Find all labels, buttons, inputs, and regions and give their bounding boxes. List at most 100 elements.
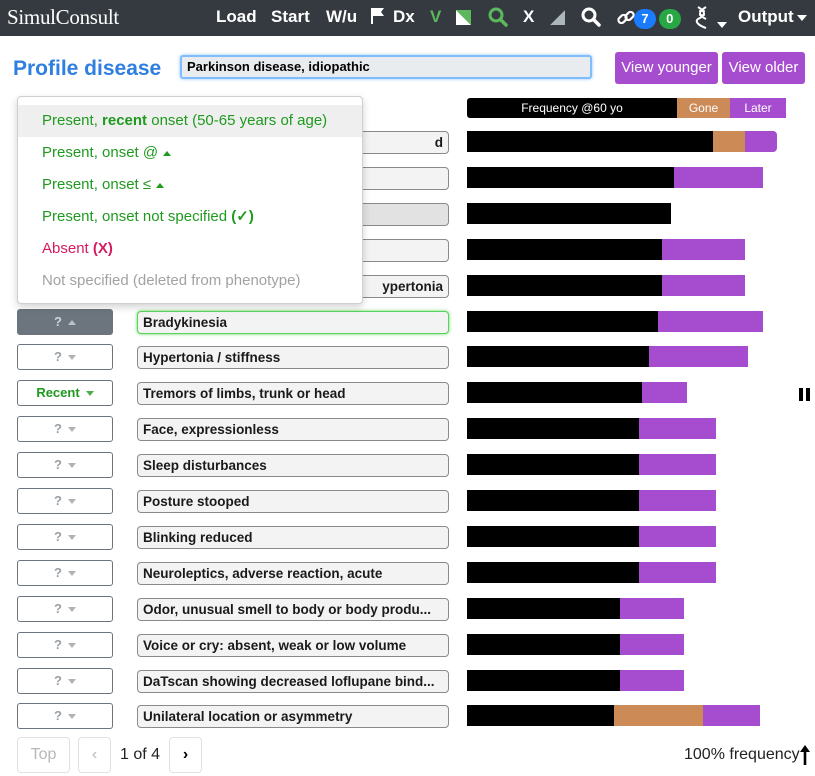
bar-segment-later bbox=[620, 634, 684, 655]
nav-load[interactable]: Load bbox=[216, 7, 257, 27]
bar-segment-present bbox=[467, 454, 639, 475]
pause-icon[interactable] bbox=[799, 388, 811, 401]
search-icon[interactable] bbox=[488, 7, 508, 32]
onset-status-dropdown[interactable]: ? bbox=[17, 344, 113, 370]
onset-status-dropdown[interactable]: ? bbox=[17, 668, 113, 694]
onset-status-dropdown[interactable]: ? bbox=[17, 488, 113, 514]
finding-name[interactable]: Posture stooped bbox=[137, 490, 449, 513]
bar-segment-later bbox=[639, 418, 716, 439]
top-button[interactable]: Top bbox=[17, 737, 70, 773]
nav-output[interactable]: Output bbox=[738, 7, 807, 27]
onset-status-dropdown[interactable]: ? bbox=[17, 596, 113, 622]
bar-segment-later bbox=[649, 346, 748, 367]
finding-name[interactable]: Hypertonia / stiffness bbox=[137, 346, 449, 369]
bar-segment-present bbox=[467, 670, 620, 691]
menu-item-present-onset-at[interactable]: Present, onset @ bbox=[18, 137, 362, 169]
legend-frequency: Frequency @60 yo bbox=[467, 98, 677, 118]
frequency-bar bbox=[467, 670, 684, 691]
onset-status-dropdown[interactable]: ? bbox=[17, 416, 113, 442]
finding-row: ? Voice or cry: absent, weak or low volum… bbox=[0, 632, 815, 658]
chevron-up-icon bbox=[163, 150, 172, 156]
flag-icon[interactable] bbox=[370, 7, 385, 29]
finding-name[interactable]: Sleep disturbances bbox=[137, 454, 449, 477]
menu-item-present-recent[interactable]: Present, recent onset (50-65 years of ag… bbox=[18, 105, 362, 137]
arrow-up-icon[interactable] bbox=[799, 744, 811, 766]
bar-segment-later bbox=[620, 598, 684, 619]
chevron-down-icon bbox=[796, 14, 807, 21]
onset-status-dropdown[interactable]: Recent bbox=[17, 380, 113, 406]
nav-start[interactable]: Start bbox=[271, 7, 310, 27]
finding-row: ? Hypertonia / stiffness bbox=[0, 344, 815, 370]
onset-status-dropdown[interactable]: ? bbox=[17, 524, 113, 550]
triangle-grey-icon[interactable] bbox=[549, 9, 566, 31]
menu-item-not-specified[interactable]: Not specified (deleted from phenotype) bbox=[18, 265, 362, 297]
bar-segment-gone bbox=[614, 705, 703, 726]
bar-segment-present bbox=[467, 167, 674, 188]
chevron-down-icon bbox=[67, 679, 76, 685]
chevron-down-icon bbox=[67, 571, 76, 577]
bar-segment-present bbox=[467, 346, 649, 367]
search-icon[interactable] bbox=[581, 7, 601, 32]
finding-name[interactable]: Odor, unusual smell to body or body prod… bbox=[137, 598, 449, 621]
onset-status-dropdown[interactable]: ? bbox=[17, 560, 113, 586]
nav-v[interactable]: V bbox=[430, 7, 441, 27]
disease-search-input[interactable]: Parkinson disease, idiopathic bbox=[180, 55, 592, 79]
triangle-green-icon[interactable] bbox=[455, 9, 472, 31]
finding-name[interactable]: Unilateral location or asymmetry bbox=[137, 705, 449, 728]
bar-segment-present bbox=[467, 562, 639, 583]
chevron-down-icon bbox=[67, 355, 76, 361]
menu-item-present-onset-le[interactable]: Present, onset ≤ bbox=[18, 169, 362, 201]
finding-row: ? Bradykinesia bbox=[0, 309, 815, 335]
nav-dx[interactable]: Dx bbox=[393, 7, 415, 27]
nav-x[interactable]: X bbox=[523, 7, 534, 27]
dna-icon[interactable] bbox=[695, 6, 727, 34]
bar-segment-later bbox=[642, 382, 687, 403]
bar-segment-later bbox=[674, 167, 763, 188]
menu-item-absent[interactable]: Absent (X) bbox=[18, 233, 362, 265]
bar-segment-later bbox=[639, 454, 716, 475]
top-navbar: SimulConsult Load Start W/u Dx V X 7 0 O… bbox=[0, 0, 815, 36]
chevron-down-icon bbox=[67, 643, 76, 649]
bar-segment-later bbox=[703, 705, 760, 726]
page-indicator: 1 of 4 bbox=[120, 746, 161, 763]
finding-name[interactable]: Bradykinesia bbox=[137, 311, 449, 334]
nav-workup[interactable]: W/u bbox=[326, 7, 357, 27]
finding-name[interactable]: Blinking reduced bbox=[137, 526, 449, 549]
view-older-button[interactable]: View older bbox=[722, 52, 805, 84]
finding-row: ? Blinking reduced bbox=[0, 524, 815, 550]
finding-name[interactable]: DaTscan showing decreased loflupane bind… bbox=[137, 670, 449, 693]
simulconsult-logo[interactable]: SimulConsult bbox=[7, 5, 119, 30]
chevron-down-icon bbox=[67, 427, 76, 433]
legend-later: Later bbox=[730, 98, 786, 118]
frequency-bar bbox=[467, 382, 687, 403]
onset-status-dropdown[interactable]: ? bbox=[17, 632, 113, 658]
link-icon[interactable] bbox=[616, 8, 636, 33]
onset-status-label: ? bbox=[54, 314, 62, 329]
menu-item-present-unspecified[interactable]: Present, onset not specified (✓) bbox=[18, 201, 362, 233]
chevron-down-icon bbox=[85, 391, 94, 397]
onset-status-label: ? bbox=[54, 421, 62, 436]
finding-row: ? Face, expressionless bbox=[0, 416, 815, 442]
alert-counts[interactable]: 7 0 bbox=[634, 8, 681, 29]
chevron-up-icon bbox=[67, 320, 76, 326]
onset-status-label: ? bbox=[54, 529, 62, 544]
frequency-bar bbox=[467, 239, 745, 260]
onset-status-dropdown[interactable]: ? bbox=[17, 703, 113, 729]
onset-status-dropdown[interactable]: ? bbox=[17, 309, 113, 335]
view-younger-button[interactable]: View younger bbox=[615, 52, 718, 84]
frequency-bar bbox=[467, 526, 716, 547]
finding-row: ? Unilateral location or asymmetry bbox=[0, 703, 815, 729]
finding-name[interactable]: Tremors of limbs, trunk or head bbox=[137, 382, 449, 405]
bar-segment-later bbox=[639, 490, 716, 511]
bar-segment-present bbox=[467, 490, 639, 511]
frequency-bar bbox=[467, 598, 684, 619]
finding-name[interactable]: Neuroleptics, adverse reaction, acute bbox=[137, 562, 449, 585]
next-page-button[interactable]: › bbox=[169, 737, 202, 773]
prev-page-button[interactable]: ‹ bbox=[78, 737, 111, 773]
finding-name[interactable]: Face, expressionless bbox=[137, 418, 449, 441]
bar-segment-later bbox=[745, 131, 777, 152]
onset-status-dropdown[interactable]: ? bbox=[17, 452, 113, 478]
frequency-legend: Frequency @60 yo Gone Later bbox=[467, 98, 786, 118]
onset-dropdown-menu: Present, recent onset (50-65 years of ag… bbox=[17, 96, 363, 304]
finding-name[interactable]: Voice or cry: absent, weak or low volume bbox=[137, 634, 449, 657]
